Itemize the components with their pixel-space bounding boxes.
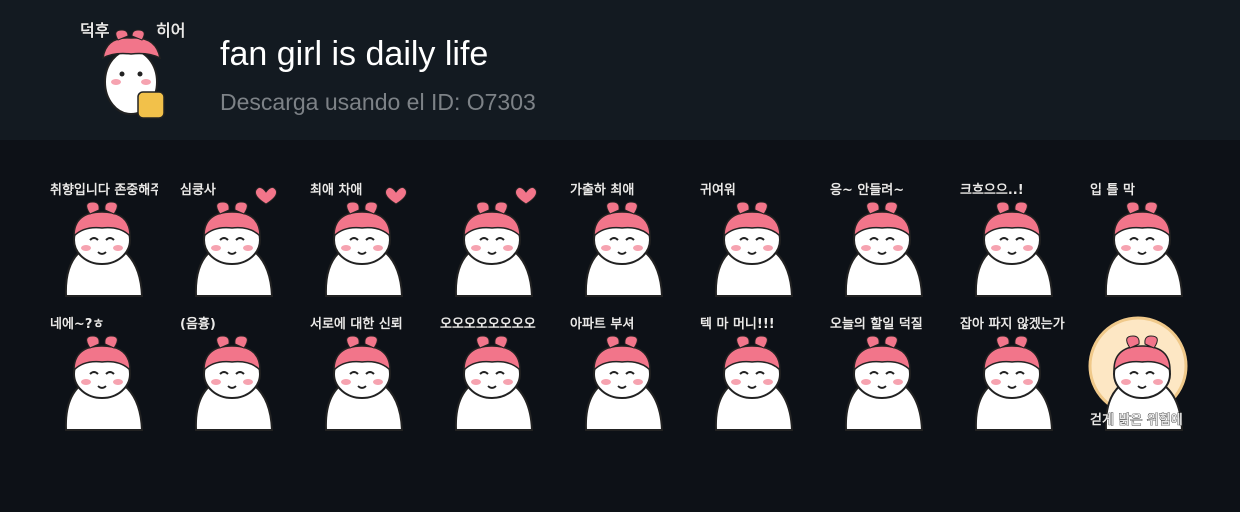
sticker-art: 잡아 파지 않겠는가 — [960, 316, 1065, 431]
sticker-respect-taste[interactable]: 취향입니다 존중해주쎔 — [46, 178, 158, 298]
sticker-art: (음흉) — [180, 316, 274, 431]
sticker-phone[interactable]: 잡아 파지 않겠는가 — [956, 312, 1068, 432]
sticker-caption: 귀여워 — [700, 182, 736, 198]
sticker-thumbs-hearts[interactable] — [436, 178, 548, 298]
sticker-sun-bias[interactable]: 가출하 최애 — [566, 178, 678, 298]
sticker-art: 취향입니다 존중해주쎔 — [50, 182, 158, 297]
sticker-art: 네에~?ㅎ — [50, 316, 144, 431]
sticker-art: 아파트 부셔 — [570, 316, 664, 431]
sticker-eumheung[interactable]: (음흉) — [176, 312, 288, 432]
sticker-money[interactable]: 텍 마 머니!!! — [696, 312, 808, 432]
sticker-caption: 아파트 부셔 — [570, 316, 634, 332]
sticker-headphones[interactable]: 응~ 안들려~ — [826, 178, 938, 298]
sticker-cute[interactable]: 귀여워 — [696, 178, 808, 298]
sticker-caption: 텍 마 머니!!! — [700, 316, 775, 332]
sticker-caption: (음흉) — [180, 316, 216, 332]
sticker-kuhuu[interactable]: 크흐으으..! — [956, 178, 1068, 298]
sticker-notebook[interactable]: 오늘의 할일 덕질 — [826, 312, 938, 432]
sticker-caption: 서로에 대한 신뢰 — [310, 316, 403, 332]
sticker-caption: 입 틀 막 — [1090, 182, 1135, 198]
sticker-art: 응~ 안들려~ — [830, 182, 924, 297]
sticker-art: 심쿵사 — [180, 182, 277, 297]
sticker-art — [454, 186, 537, 297]
sticker-art: 텍 마 머니!!! — [700, 316, 794, 431]
sticker-apartment[interactable]: 아파트 부셔 — [566, 312, 678, 432]
sticker-art: 걷게 밝은 위험에 — [1088, 316, 1188, 431]
sticker-heart-attack[interactable]: 심쿵사 — [176, 178, 288, 298]
sticker-caption: 오늘의 할일 덕질 — [830, 316, 923, 332]
sticker-grid: 취향입니다 존중해주쎔 심쿵사 최애 차애 가출하 최애 귀여워 응~ 안들려~ 크흐으으.… — [0, 0, 1240, 512]
sticker-naeo[interactable]: 네에~?ㅎ — [46, 312, 158, 432]
sticker-caption: 잡아 파지 않겠는가 — [960, 316, 1065, 332]
sticker-art: 오오오오오오오오 — [440, 317, 536, 431]
sticker-art: 입 틀 막 — [1090, 182, 1184, 297]
sticker-bias-hearts[interactable]: 최애 차애 — [306, 178, 418, 298]
sticker-badge[interactable]: 걷게 밝은 위험에 — [1086, 312, 1198, 432]
sticker-art: 크흐으으..! — [960, 183, 1054, 297]
sticker-art: 최애 차애 — [310, 182, 407, 297]
sticker-art: 오늘의 할일 덕질 — [830, 316, 923, 431]
sticker-caption: 네에~?ㅎ — [50, 316, 104, 332]
sticker-art: 서로에 대한 신뢰 — [310, 316, 403, 431]
sticker-caption: 최애 차애 — [310, 182, 362, 198]
sticker-art: 가출하 최애 — [570, 182, 664, 297]
sticker-art: 귀여워 — [700, 182, 794, 297]
sticker-caption: 취향입니다 존중해주쎔 — [50, 182, 158, 198]
sticker-cover-mouth[interactable]: 입 틀 막 — [1086, 178, 1198, 298]
sticker-caption: 심쿵사 — [180, 182, 216, 198]
sticker-caption: 오오오오오오오오 — [440, 317, 536, 332]
sticker-caption: 크흐으으..! — [960, 183, 1024, 198]
sticker-caption: 응~ 안들려~ — [830, 182, 904, 198]
sticker-theory[interactable]: 서로에 대한 신뢰 — [306, 312, 418, 432]
sticker-caption: 가출하 최애 — [570, 182, 634, 198]
sticker-ooo[interactable]: 오오오오오오오오 — [436, 312, 548, 432]
sticker-caption: 걷게 밝은 위험에 — [1090, 412, 1183, 428]
